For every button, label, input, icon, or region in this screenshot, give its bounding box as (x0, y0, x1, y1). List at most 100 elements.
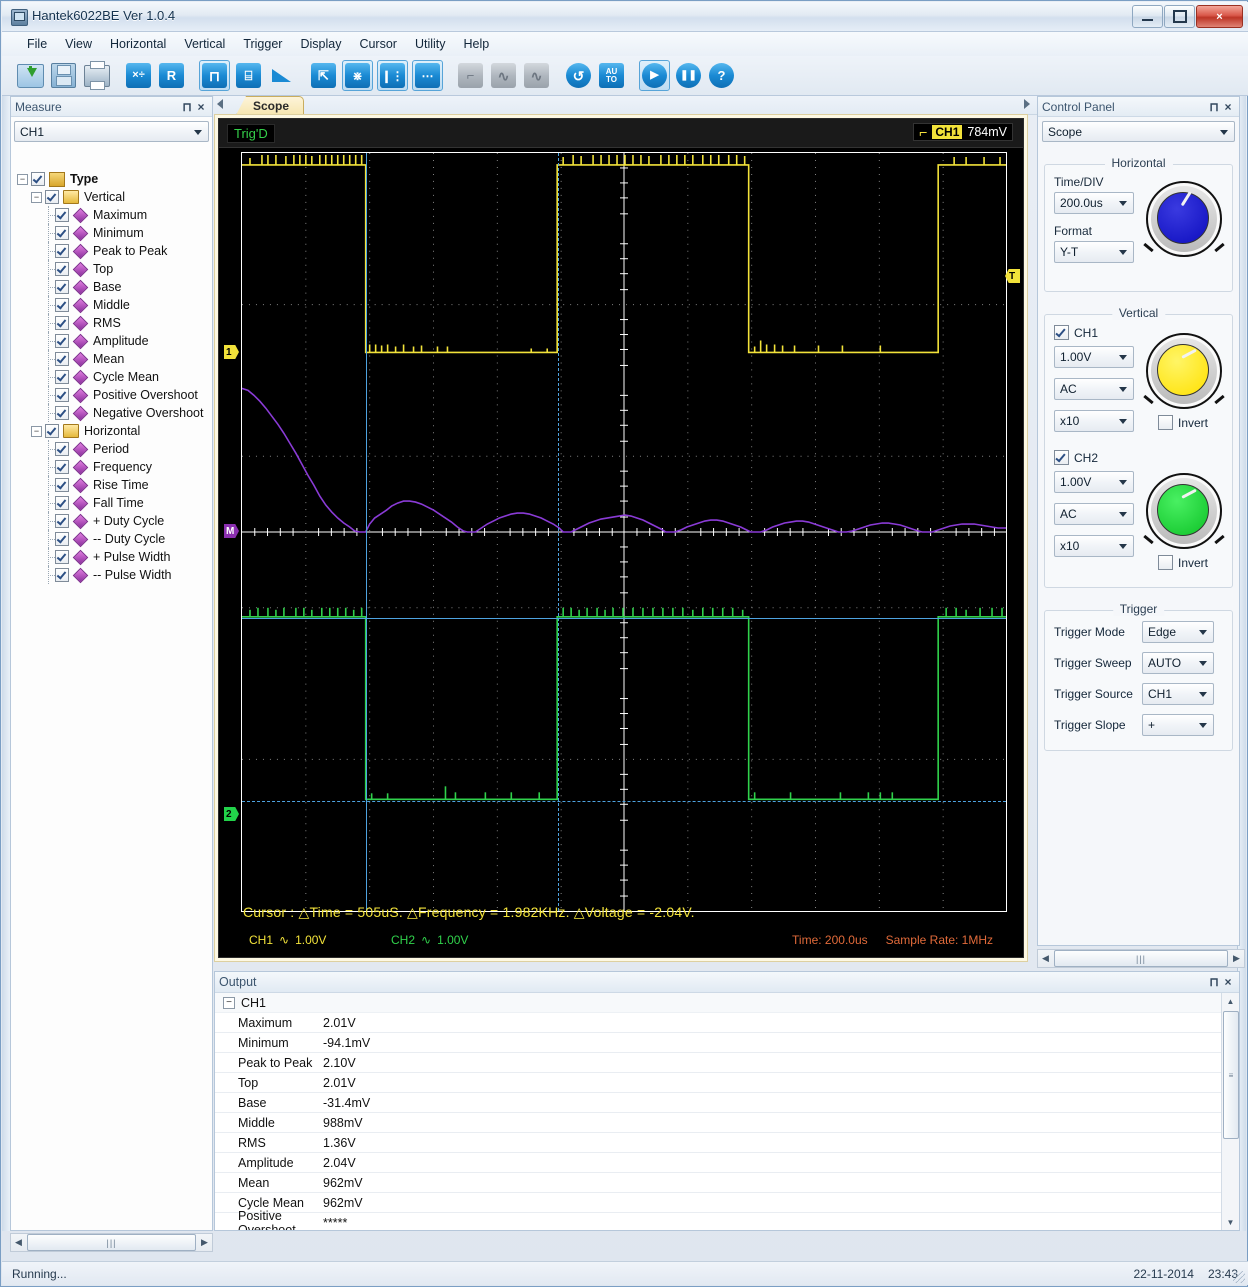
tree-item-peak-to-peak[interactable]: Peak to Peak (17, 242, 212, 260)
menu-item-display[interactable]: Display (291, 34, 350, 54)
checkbox-rms[interactable] (55, 316, 69, 330)
cursor-a-vertical[interactable] (366, 153, 367, 911)
scope-display[interactable]: Trig'D ⌐ CH1 784mV (218, 118, 1024, 958)
ch2-enable-row[interactable]: CH2 (1054, 450, 1223, 465)
ch2-position-marker[interactable]: 2 (224, 807, 239, 821)
format-select[interactable]: Y-T (1054, 241, 1134, 263)
ramp-button[interactable] (267, 61, 296, 90)
run-button[interactable]: ▶ (639, 60, 670, 91)
ch1-probe-select[interactable]: x10 (1054, 410, 1134, 432)
close-icon[interactable]: × (1221, 975, 1235, 989)
tab-scroll-right-icon[interactable] (1024, 99, 1030, 109)
help-button[interactable]: ? (707, 61, 736, 90)
ch2-invert-row[interactable]: Invert (1158, 555, 1208, 570)
measure-panel-hscrollbar[interactable]: ◀ ||| ▶ (10, 1233, 213, 1252)
trigger-mode-select[interactable]: Edge (1142, 621, 1214, 643)
menu-item-horizontal[interactable]: Horizontal (101, 34, 175, 54)
checkbox-positive-pulse-width[interactable] (55, 550, 69, 564)
checkbox-negative-overshoot[interactable] (55, 406, 69, 420)
checkbox-ch1[interactable] (1054, 325, 1069, 340)
tree-item-middle[interactable]: Middle (17, 296, 212, 314)
menu-item-trigger[interactable]: Trigger (234, 34, 291, 54)
close-button[interactable]: × (1196, 5, 1243, 28)
checkbox-maximum[interactable] (55, 208, 69, 222)
trigger-source-select[interactable]: CH1 (1142, 683, 1214, 705)
tree-item-maximum[interactable]: Maximum (17, 206, 212, 224)
scroll-thumb[interactable]: ||| (27, 1234, 196, 1251)
maximize-button[interactable] (1164, 5, 1195, 28)
checkbox-cycle-mean[interactable] (55, 370, 69, 384)
checkbox-vertical[interactable] (45, 190, 59, 204)
ch1-position-marker[interactable]: 1 (224, 345, 239, 359)
tree-item-minimum[interactable]: Minimum (17, 224, 212, 242)
tree-item-period[interactable]: Period (17, 440, 212, 458)
tree-item-frequency[interactable]: Frequency (17, 458, 212, 476)
menu-item-cursor[interactable]: Cursor (350, 34, 406, 54)
collapse-icon[interactable]: − (31, 192, 42, 203)
cursor-b-horizontal[interactable] (242, 801, 1006, 802)
pin-icon[interactable]: ⊓ (180, 100, 194, 114)
collapse-icon[interactable]: − (17, 174, 28, 185)
horizontal-position-knob[interactable] (1146, 181, 1222, 257)
triangle-wave-button[interactable]: ∿ (489, 61, 518, 90)
checkbox-frequency[interactable] (55, 460, 69, 474)
checkbox-minimum[interactable] (55, 226, 69, 240)
cursor-button[interactable]: ⇱ (309, 61, 338, 90)
reference-button[interactable]: R (157, 61, 186, 90)
checkbox-positive-overshoot[interactable] (55, 388, 69, 402)
tab-scope[interactable]: Scope (236, 96, 304, 115)
tree-node-horizontal[interactable]: − Horizontal (17, 422, 212, 440)
checkbox-negative-duty-cycle[interactable] (55, 532, 69, 546)
scroll-down-icon[interactable]: ▼ (1222, 1214, 1239, 1230)
cursor-b-vertical[interactable] (558, 153, 559, 911)
minimize-button[interactable] (1132, 5, 1163, 28)
output-group-ch1[interactable]: − CH1 (215, 993, 1221, 1013)
tree-item-mean[interactable]: Mean (17, 350, 212, 368)
checkbox-fall-time[interactable] (55, 496, 69, 510)
menu-item-utility[interactable]: Utility (406, 34, 455, 54)
square-wave-button[interactable]: ⊓ (199, 60, 230, 91)
tree-item-cycle-mean[interactable]: Cycle Mean (17, 368, 212, 386)
menu-item-file[interactable]: File (18, 34, 56, 54)
pause-button[interactable]: ❚❚ (674, 61, 703, 90)
trigger-level-marker[interactable]: T (1005, 269, 1020, 283)
checkbox-middle[interactable] (55, 298, 69, 312)
checkbox-amplitude[interactable] (55, 334, 69, 348)
scroll-left-icon[interactable]: ◀ (11, 1234, 26, 1251)
sine-wave-button[interactable]: ∿ (522, 61, 551, 90)
checkbox-horizontal[interactable] (45, 424, 59, 438)
collapse-icon[interactable]: − (223, 997, 235, 1009)
scope-hscrollbar[interactable]: ◀ ||| ▶ (1037, 949, 1245, 968)
close-icon[interactable]: × (194, 100, 208, 114)
checkbox-rise-time[interactable] (55, 478, 69, 492)
checkbox-period[interactable] (55, 442, 69, 456)
checkbox-top[interactable] (55, 262, 69, 276)
checkbox-type[interactable] (31, 172, 45, 186)
tree-item-positive-overshoot[interactable]: Positive Overshoot (17, 386, 212, 404)
menu-item-view[interactable]: View (56, 34, 101, 54)
ch2-scale-select[interactable]: 1.00V (1054, 471, 1134, 493)
checkbox-positive-duty-cycle[interactable] (55, 514, 69, 528)
math-button[interactable]: ×÷ (124, 61, 153, 90)
tree-item-negative-overshoot[interactable]: Negative Overshoot (17, 404, 212, 422)
checkbox-peak-to-peak[interactable] (55, 244, 69, 258)
checkbox-base[interactable] (55, 280, 69, 294)
tree-item-positive-pulse-width[interactable]: + Pulse Width (17, 548, 212, 566)
pin-icon[interactable]: ⊓ (1207, 100, 1221, 114)
checkbox-ch2[interactable] (1054, 450, 1069, 465)
tree-node-vertical[interactable]: − Vertical (17, 188, 212, 206)
close-icon[interactable]: × (1221, 100, 1235, 114)
tree-item-amplitude[interactable]: Amplitude (17, 332, 212, 350)
vertical-display-button[interactable]: ❙⋮ (377, 60, 408, 91)
horizontal-display-button[interactable]: ⋯ (412, 60, 443, 91)
step-signal-button[interactable]: ⌐ (456, 61, 485, 90)
collapse-icon[interactable]: − (31, 426, 42, 437)
menu-item-help[interactable]: Help (455, 34, 499, 54)
open-file-button[interactable] (16, 61, 45, 90)
checkbox-negative-pulse-width[interactable] (55, 568, 69, 582)
ch2-coupling-select[interactable]: AC (1054, 503, 1134, 525)
undo-button[interactable]: ↺ (564, 61, 593, 90)
ch2-probe-select[interactable]: x10 (1054, 535, 1134, 557)
scroll-thumb[interactable]: ≡ (1223, 1011, 1239, 1139)
tree-item-base[interactable]: Base (17, 278, 212, 296)
